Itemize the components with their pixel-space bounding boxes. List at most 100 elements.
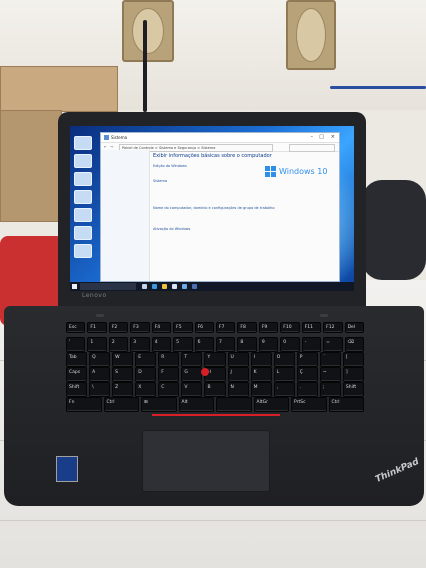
- keyboard-key[interactable]: M: [250, 382, 272, 397]
- keyboard-key[interactable]: W: [112, 352, 134, 367]
- keyboard-key[interactable]: J: [227, 367, 249, 382]
- keyboard-key[interactable]: ~: [319, 367, 341, 382]
- keyboard-key[interactable]: Y: [204, 352, 226, 367]
- keyboard-key[interactable]: ': [66, 337, 86, 352]
- store-icon[interactable]: [172, 284, 177, 289]
- keyboard-key[interactable]: 2: [108, 337, 129, 352]
- touchpad[interactable]: [142, 430, 270, 492]
- keyboard-key[interactable]: F: [158, 367, 180, 382]
- keyboard-key[interactable]: 1: [87, 337, 107, 352]
- keyboard-key[interactable]: 4: [151, 337, 172, 352]
- keyboard-key[interactable]: L: [273, 367, 295, 382]
- nav-link[interactable]: [103, 160, 147, 164]
- taskview-icon[interactable]: [142, 284, 147, 289]
- keyboard-key[interactable]: I: [250, 352, 272, 367]
- desktop-shortcut-icon[interactable]: [74, 244, 92, 258]
- keyboard-key[interactable]: O: [273, 352, 295, 367]
- trackpoint[interactable]: [201, 368, 209, 376]
- desktop-shortcut-icon[interactable]: [74, 154, 92, 168]
- keyboard-key[interactable]: ;: [319, 382, 341, 397]
- search-input[interactable]: [289, 144, 335, 152]
- keyboard-key[interactable]: F10: [280, 322, 300, 333]
- key-label: Esc: [69, 325, 77, 330]
- keyboard-key[interactable]: Tab: [66, 352, 88, 367]
- keyboard-key[interactable]: A: [89, 367, 111, 382]
- keyboard-key[interactable]: ,: [273, 382, 295, 397]
- keyboard-key[interactable]: =: [323, 337, 343, 352]
- keyboard-key[interactable]: 0: [280, 337, 300, 352]
- keyboard-key[interactable]: E: [135, 352, 157, 367]
- start-button[interactable]: [72, 284, 77, 289]
- keyboard-key[interactable]: Q: [89, 352, 111, 367]
- folder-icon[interactable]: [162, 284, 167, 289]
- keyboard-key[interactable]: S: [112, 367, 134, 382]
- keyboard-key[interactable]: P: [296, 352, 318, 367]
- keyboard-key[interactable]: B: [204, 382, 226, 397]
- keyboard-key[interactable]: ´: [319, 352, 341, 367]
- app-icon[interactable]: [192, 284, 197, 289]
- keyboard-key[interactable]: Caps: [66, 367, 88, 382]
- keyboard-key[interactable]: F6: [194, 322, 214, 333]
- keyboard-key[interactable]: C: [158, 382, 180, 397]
- keyboard-key[interactable]: F7: [216, 322, 236, 333]
- keyboard-key[interactable]: D: [135, 367, 157, 382]
- key-label: [: [345, 355, 348, 360]
- keyboard-key[interactable]: \: [89, 382, 111, 397]
- keyboard-key[interactable]: Ctrl: [103, 397, 139, 412]
- keyboard-key[interactable]: Esc: [66, 322, 86, 333]
- keyboard-key[interactable]: X: [135, 382, 157, 397]
- keyboard-key[interactable]: F2: [108, 322, 129, 333]
- keyboard-key[interactable]: F4: [151, 322, 172, 333]
- edge-icon[interactable]: [152, 284, 157, 289]
- key-label: PrtSc: [294, 400, 306, 405]
- window-titlebar[interactable]: Sistema – □ ×: [101, 133, 339, 143]
- keyboard-key[interactable]: 3: [130, 337, 150, 352]
- minimize-button[interactable]: –: [311, 133, 314, 142]
- mail-icon[interactable]: [182, 284, 187, 289]
- keyboard-key[interactable]: F1: [87, 322, 107, 333]
- desktop-shortcut-icon[interactable]: [74, 226, 92, 240]
- keyboard-key[interactable]: F11: [301, 322, 322, 333]
- keyboard-key[interactable]: [: [342, 352, 364, 367]
- keyboard-key[interactable]: ]: [342, 367, 364, 382]
- keyboard-key[interactable]: U: [227, 352, 249, 367]
- keyboard-key[interactable]: Ctrl: [328, 397, 364, 412]
- recycle-bin-icon[interactable]: [74, 136, 92, 150]
- keyboard-key[interactable]: 8: [237, 337, 257, 352]
- keyboard-key[interactable]: 7: [216, 337, 236, 352]
- keyboard-key[interactable]: .: [296, 382, 318, 397]
- nav-link[interactable]: [103, 174, 147, 178]
- nav-link[interactable]: [103, 153, 147, 157]
- keyboard-key[interactable]: 9: [258, 337, 279, 352]
- keyboard-key[interactable]: G: [181, 367, 203, 382]
- keyboard-key[interactable]: F8: [237, 322, 257, 333]
- desktop-shortcut-icon[interactable]: [74, 172, 92, 186]
- nav-link[interactable]: [103, 167, 147, 171]
- keyboard-key[interactable]: R: [158, 352, 180, 367]
- keyboard-key[interactable]: N: [227, 382, 249, 397]
- keyboard-key[interactable]: Shift: [66, 382, 88, 397]
- taskbar-search[interactable]: [80, 283, 136, 290]
- trackpoint-buttons[interactable]: [152, 406, 280, 416]
- keyboard-key[interactable]: 6: [194, 337, 214, 352]
- keyboard-key[interactable]: F12: [323, 322, 343, 333]
- keyboard-key[interactable]: T: [181, 352, 203, 367]
- keyboard-key[interactable]: PrtSc: [291, 397, 327, 412]
- keyboard-key[interactable]: V: [181, 382, 203, 397]
- close-button[interactable]: ×: [331, 133, 335, 142]
- keyboard-key[interactable]: Shift: [342, 382, 364, 397]
- keyboard-key[interactable]: Z: [112, 382, 134, 397]
- keyboard-key[interactable]: ⌫: [344, 337, 364, 352]
- keyboard-key[interactable]: Fn: [66, 397, 102, 412]
- desktop-shortcut-icon[interactable]: [74, 208, 92, 222]
- keyboard-key[interactable]: Ç: [296, 367, 318, 382]
- keyboard-key[interactable]: 5: [173, 337, 193, 352]
- keyboard-key[interactable]: F5: [173, 322, 193, 333]
- keyboard-key[interactable]: F3: [130, 322, 150, 333]
- maximize-button[interactable]: □: [319, 133, 324, 142]
- keyboard-key[interactable]: K: [250, 367, 272, 382]
- keyboard-key[interactable]: Del: [344, 322, 364, 333]
- keyboard-key[interactable]: F9: [258, 322, 279, 333]
- desktop-shortcut-icon[interactable]: [74, 190, 92, 204]
- keyboard-key[interactable]: -: [301, 337, 322, 352]
